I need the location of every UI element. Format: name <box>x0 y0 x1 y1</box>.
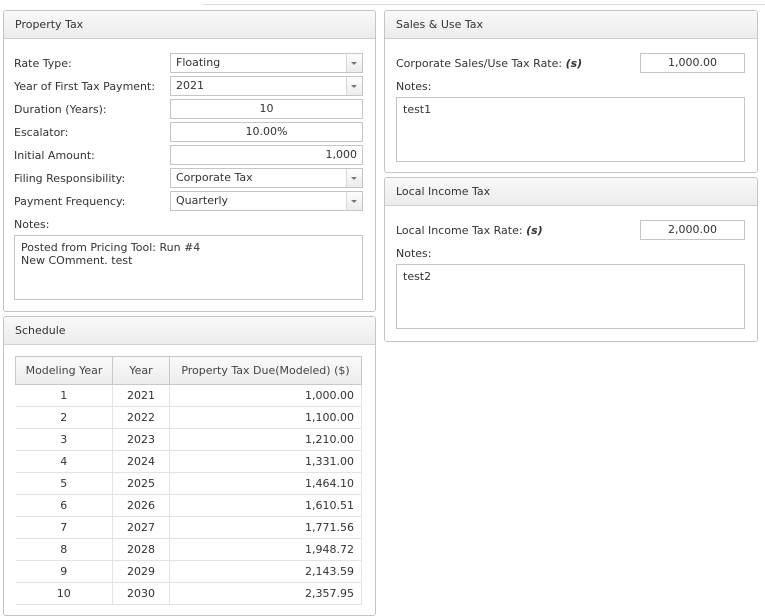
column-header-modeling-year[interactable]: Modeling Year <box>15 356 113 385</box>
chevron-down-icon[interactable] <box>346 77 362 95</box>
filing-responsibility-value: Corporate Tax <box>176 171 253 184</box>
tax-due-cell: 2,357.95 <box>169 582 362 605</box>
sales-use-rate-label-text: Corporate Sales/Use Tax Rate: <box>396 57 563 70</box>
notes-line: test2 <box>403 270 432 283</box>
initial-amount-label: Initial Amount: <box>14 149 95 162</box>
tax-due-cell: 1,210.00 <box>169 428 362 451</box>
notes-line: New COmment. test <box>21 254 133 267</box>
first-payment-year-label: Year of First Tax Payment: <box>14 80 156 93</box>
table-row[interactable]: 2 2022 1,100.00 <box>15 406 362 429</box>
column-header-year[interactable]: Year <box>112 356 170 385</box>
chevron-down-icon[interactable] <box>346 54 362 72</box>
column-header-property-tax-due[interactable]: Property Tax Due(Modeled) ($) <box>169 356 362 385</box>
notes-line: test1 <box>403 103 432 116</box>
rate-type-dropdown[interactable]: Floating <box>170 53 363 73</box>
property-tax-panel: Property Tax Rate Type: Floating Year of… <box>3 10 376 312</box>
sales-use-rate-input[interactable]: 1,000.00 <box>640 53 745 73</box>
modeling-year-cell: 8 <box>15 538 113 561</box>
local-income-rate-input[interactable]: 2,000.00 <box>640 220 745 240</box>
duration-input[interactable]: 10 <box>170 99 363 119</box>
sales-use-notes-label: Notes: <box>396 80 432 93</box>
first-payment-year-dropdown[interactable]: 2021 <box>170 76 363 96</box>
tax-due-cell: 1,771.56 <box>169 516 362 539</box>
escalator-input[interactable]: 10.00% <box>170 122 363 142</box>
top-divider <box>202 4 765 5</box>
modeling-year-cell: 3 <box>15 428 113 451</box>
sales-use-rate-unit: (s) <box>565 57 583 70</box>
table-row[interactable]: 3 2023 1,210.00 <box>15 428 362 451</box>
payment-frequency-label: Payment Frequency: <box>14 195 126 208</box>
modeling-year-cell: 10 <box>15 582 113 605</box>
filing-responsibility-label: Filing Responsibility: <box>14 172 126 185</box>
year-cell: 2022 <box>112 406 170 429</box>
notes-line: Posted from Pricing Tool: Run #4 <box>21 241 201 254</box>
modeling-year-cell: 2 <box>15 406 113 429</box>
rate-type-value: Floating <box>176 56 221 69</box>
payment-frequency-value: Quarterly <box>176 194 229 207</box>
table-row[interactable]: 4 2024 1,331.00 <box>15 450 362 473</box>
initial-amount-input[interactable]: 1,000 <box>170 145 363 165</box>
modeling-year-cell: 9 <box>15 560 113 583</box>
tax-due-cell: 1,464.10 <box>169 472 362 495</box>
payment-frequency-dropdown[interactable]: Quarterly <box>170 191 363 211</box>
modeling-year-cell: 4 <box>15 450 113 473</box>
table-row[interactable]: 5 2025 1,464.10 <box>15 472 362 495</box>
sales-use-tax-panel: Sales & Use Tax Corporate Sales/Use Tax … <box>384 10 758 173</box>
sales-use-notes-textarea[interactable]: test1 <box>396 97 745 162</box>
sales-use-tax-title: Sales & Use Tax <box>385 11 757 39</box>
table-row[interactable]: 9 2029 2,143.59 <box>15 560 362 583</box>
local-income-rate-label: Local Income Tax Rate: (s) <box>396 224 543 237</box>
local-income-rate-unit: (s) <box>526 224 543 237</box>
year-cell: 2021 <box>112 384 170 407</box>
year-cell: 2025 <box>112 472 170 495</box>
year-cell: 2028 <box>112 538 170 561</box>
chevron-down-icon[interactable] <box>346 192 362 210</box>
table-header-row: Modeling Year Year Property Tax Due(Mode… <box>15 356 362 385</box>
schedule-table: Modeling Year Year Property Tax Due(Mode… <box>15 356 362 605</box>
table-row[interactable]: 7 2027 1,771.56 <box>15 516 362 539</box>
tax-due-cell: 1,331.00 <box>169 450 362 473</box>
tax-due-cell: 1,948.72 <box>169 538 362 561</box>
sales-use-rate-label: Corporate Sales/Use Tax Rate: (s) <box>396 57 582 70</box>
local-income-tax-title: Local Income Tax <box>385 178 757 206</box>
tax-due-cell: 1,610.51 <box>169 494 362 517</box>
duration-label: Duration (Years): <box>14 103 107 116</box>
local-income-notes-label: Notes: <box>396 247 432 260</box>
year-cell: 2023 <box>112 428 170 451</box>
table-row[interactable]: 8 2028 1,948.72 <box>15 538 362 561</box>
modeling-year-cell: 6 <box>15 494 113 517</box>
chevron-down-icon[interactable] <box>346 169 362 187</box>
property-tax-notes-label: Notes: <box>14 218 50 231</box>
local-income-notes-textarea[interactable]: test2 <box>396 264 745 329</box>
year-cell: 2030 <box>112 582 170 605</box>
escalator-label: Escalator: <box>14 126 69 139</box>
tax-due-cell: 2,143.59 <box>169 560 362 583</box>
rate-type-label: Rate Type: <box>14 57 72 70</box>
schedule-panel: Schedule Modeling Year Year Property Tax… <box>3 316 376 616</box>
modeling-year-cell: 5 <box>15 472 113 495</box>
tax-due-cell: 1,100.00 <box>169 406 362 429</box>
local-income-rate-label-text: Local Income Tax Rate: <box>396 224 523 237</box>
first-payment-year-value: 2021 <box>176 79 204 92</box>
year-cell: 2027 <box>112 516 170 539</box>
tax-due-cell: 1,000.00 <box>169 384 362 407</box>
property-tax-notes-textarea[interactable]: Posted from Pricing Tool: Run #4 New COm… <box>14 235 363 300</box>
year-cell: 2029 <box>112 560 170 583</box>
local-income-tax-panel: Local Income Tax Local Income Tax Rate: … <box>384 177 758 342</box>
year-cell: 2024 <box>112 450 170 473</box>
table-row[interactable]: 1 2021 1,000.00 <box>15 384 362 407</box>
schedule-title: Schedule <box>4 317 375 345</box>
property-tax-title: Property Tax <box>4 11 375 39</box>
modeling-year-cell: 1 <box>15 384 113 407</box>
filing-responsibility-dropdown[interactable]: Corporate Tax <box>170 168 363 188</box>
year-cell: 2026 <box>112 494 170 517</box>
modeling-year-cell: 7 <box>15 516 113 539</box>
table-row[interactable]: 6 2026 1,610.51 <box>15 494 362 517</box>
table-row[interactable]: 10 2030 2,357.95 <box>15 582 362 605</box>
